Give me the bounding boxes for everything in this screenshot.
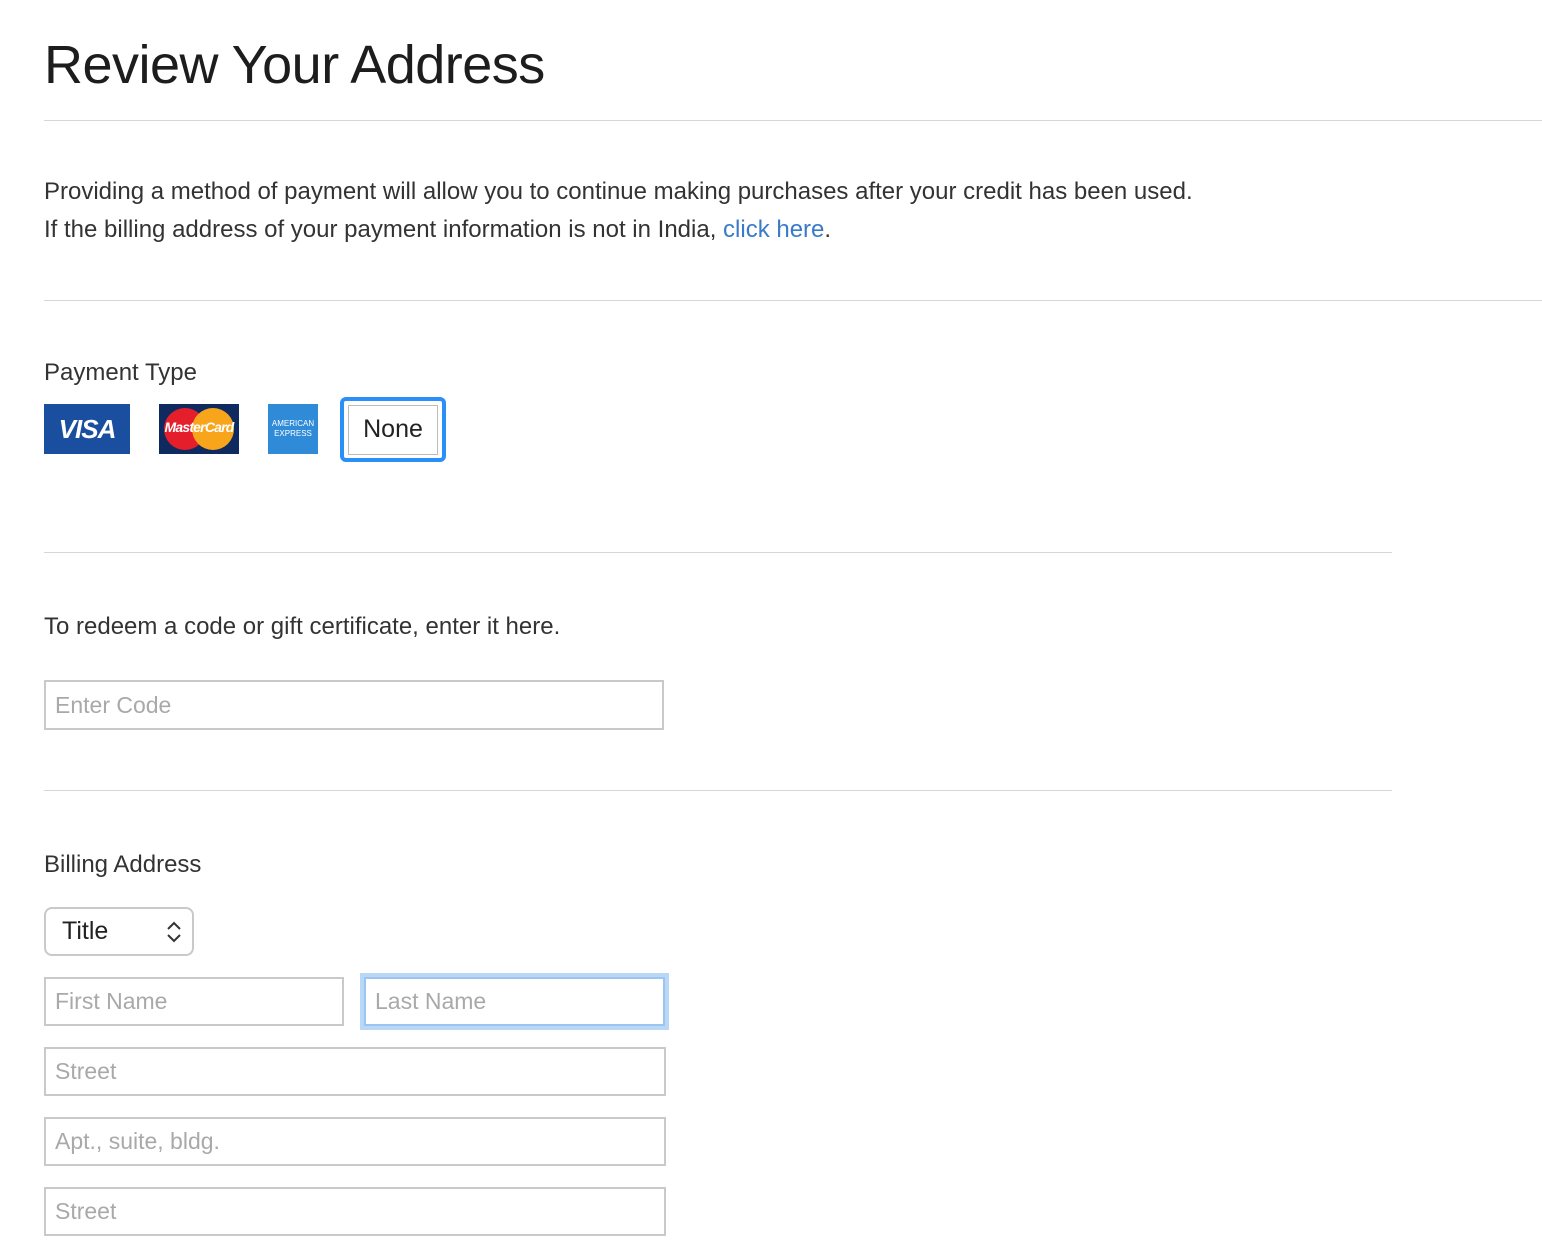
- up-down-chevron-icon: [167, 921, 181, 943]
- divider: [44, 552, 1392, 553]
- mastercard-card-text: MasterCard: [164, 419, 234, 435]
- payment-info-text: Providing a method of payment will allow…: [44, 173, 1193, 249]
- last-name-field[interactable]: [364, 977, 665, 1026]
- title-select-value: Title: [62, 917, 109, 945]
- divider: [44, 120, 1542, 121]
- payment-type-label: Payment Type: [44, 359, 197, 386]
- mastercard-card-icon[interactable]: MasterCard: [159, 404, 239, 454]
- amex-card-icon[interactable]: AMERICAN EXPRESS: [268, 404, 318, 454]
- divider: [44, 790, 1392, 791]
- title-select[interactable]: Title: [44, 907, 194, 956]
- info-line-2: If the billing address of your payment i…: [44, 211, 1193, 249]
- info-line-2-suffix: .: [824, 216, 832, 243]
- none-payment-button[interactable]: None: [348, 404, 438, 455]
- none-payment-option-selected[interactable]: None: [340, 397, 446, 462]
- visa-card-icon[interactable]: VISA: [44, 404, 130, 454]
- redeem-code-input[interactable]: [44, 680, 664, 730]
- info-line-2-text: If the billing address of your payment i…: [44, 216, 724, 243]
- billing-address-label: Billing Address: [44, 851, 202, 878]
- amex-text-line2: EXPRESS: [274, 429, 312, 438]
- page-title: Review Your Address: [44, 35, 545, 95]
- redeem-label: To redeem a code or gift certificate, en…: [44, 613, 561, 640]
- visa-card-text: VISA: [58, 413, 117, 444]
- street-field[interactable]: [44, 1047, 666, 1096]
- amex-text-line1: AMERICAN: [271, 419, 315, 428]
- info-line-1: Providing a method of payment will allow…: [44, 178, 1193, 205]
- apt-suite-field[interactable]: [44, 1117, 666, 1166]
- click-here-link[interactable]: click here: [723, 216, 824, 243]
- street-2-field[interactable]: [44, 1187, 666, 1236]
- first-name-field[interactable]: [44, 977, 344, 1026]
- divider: [44, 300, 1542, 301]
